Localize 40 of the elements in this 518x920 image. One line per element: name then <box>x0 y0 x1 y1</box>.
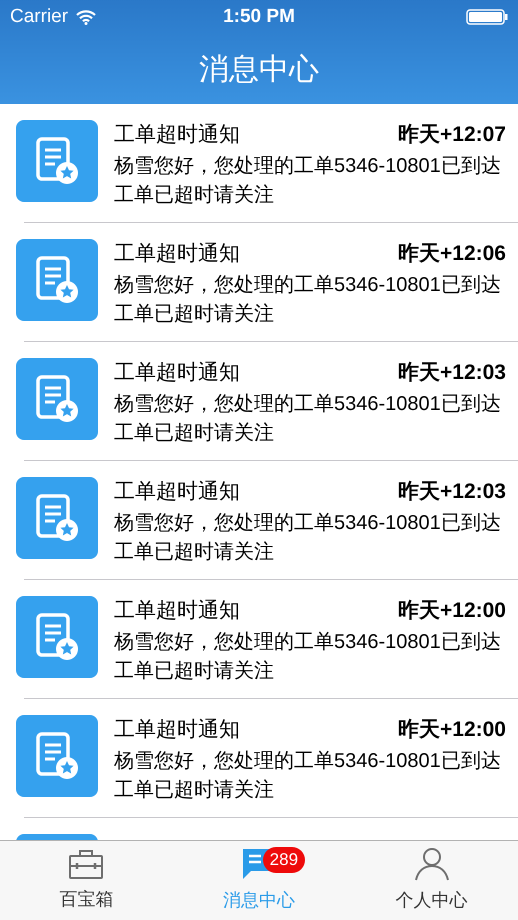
message-text: 杨雪您好，您处理的工单5346-10801已到达工单已超时请关注 <box>114 392 502 446</box>
message-item[interactable]: 工单超时通知 昨天+12:07 杨雪您好，您处理的工单5346-10801已到达工单已超时请关注 <box>0 104 518 223</box>
message-time: 昨天+12:03 <box>398 479 506 505</box>
document-star-icon <box>35 374 79 424</box>
page-title: 消息中心 <box>199 52 319 88</box>
message-text: 杨雪您好，您处理的工单5346-10801已到达工单已超时请关注 <box>114 273 502 327</box>
message-text: 杨雪您好，您处理的工单5346-10801已到达工单已超时请关注 <box>114 154 502 208</box>
tab-item[interactable]: 个人中心 <box>345 841 518 920</box>
message-time: 昨天+12:06 <box>398 241 506 267</box>
clock-time: 1:50 PM <box>223 4 295 29</box>
message-time: 昨天+12:07 <box>398 122 506 148</box>
message-item[interactable]: 工单超时通知 昨天+12:03 杨雪您好，您处理的工单5346-10801已到达工单已超时请关注 <box>0 461 518 580</box>
message-item[interactable]: 工单超时通知 昨天+12:03 杨雪您好，您处理的工单5346-10801已到达工单已超时请关注 <box>0 342 518 461</box>
message-title: 工单超时通知 <box>114 479 240 505</box>
wifi-icon <box>76 10 96 24</box>
briefcase-icon <box>68 848 104 880</box>
document-star-icon <box>35 136 79 186</box>
message-item[interactable]: 工单超时通知 昨天+12:00 杨雪您好，您处理的工单5346-10801已到达工单已超时请关注 <box>0 699 518 818</box>
document-star-icon <box>35 731 79 781</box>
message-item[interactable]: 工单超时通知 昨天+12:06 杨雪您好，您处理的工单5346-10801已到达工单已超时请关注 <box>0 223 518 342</box>
message-item[interactable]: 工单超时通知 昨天+12:00 杨雪您好，您处理的工单5346-10801已到达工单已超时请关注 <box>0 580 518 699</box>
message-title: 工单超时通知 <box>114 360 240 386</box>
message-time: 昨天+12:03 <box>398 360 506 386</box>
message-title: 工单超时通知 <box>114 241 240 267</box>
tab-item[interactable]: 消息中心 289 <box>172 841 346 920</box>
message-title: 工单超时通知 <box>114 598 240 624</box>
message-time: 昨天+12:00 <box>398 717 506 743</box>
tab-item[interactable]: 百宝箱 <box>0 841 173 920</box>
message-text: 杨雪您好，您处理的工单5346-10801已到达工单已超时请关注 <box>114 749 502 803</box>
carrier-label: Carrier <box>10 4 68 29</box>
document-star-icon <box>35 493 79 543</box>
message-title: 工单超时通知 <box>114 717 240 743</box>
document-star-icon <box>35 255 79 305</box>
message-time: 昨天+12:00 <box>398 598 506 624</box>
message-text: 杨雪您好，您处理的工单5346-10801已到达工单已超时请关注 <box>114 630 502 684</box>
document-star-icon <box>35 612 79 662</box>
message-title: 工单超时通知 <box>114 122 240 148</box>
unread-badge: 289 <box>262 847 306 873</box>
battery-icon <box>466 9 508 25</box>
message-text: 杨雪您好，您处理的工单5346-10801已到达工单已超时请关注 <box>114 511 502 565</box>
